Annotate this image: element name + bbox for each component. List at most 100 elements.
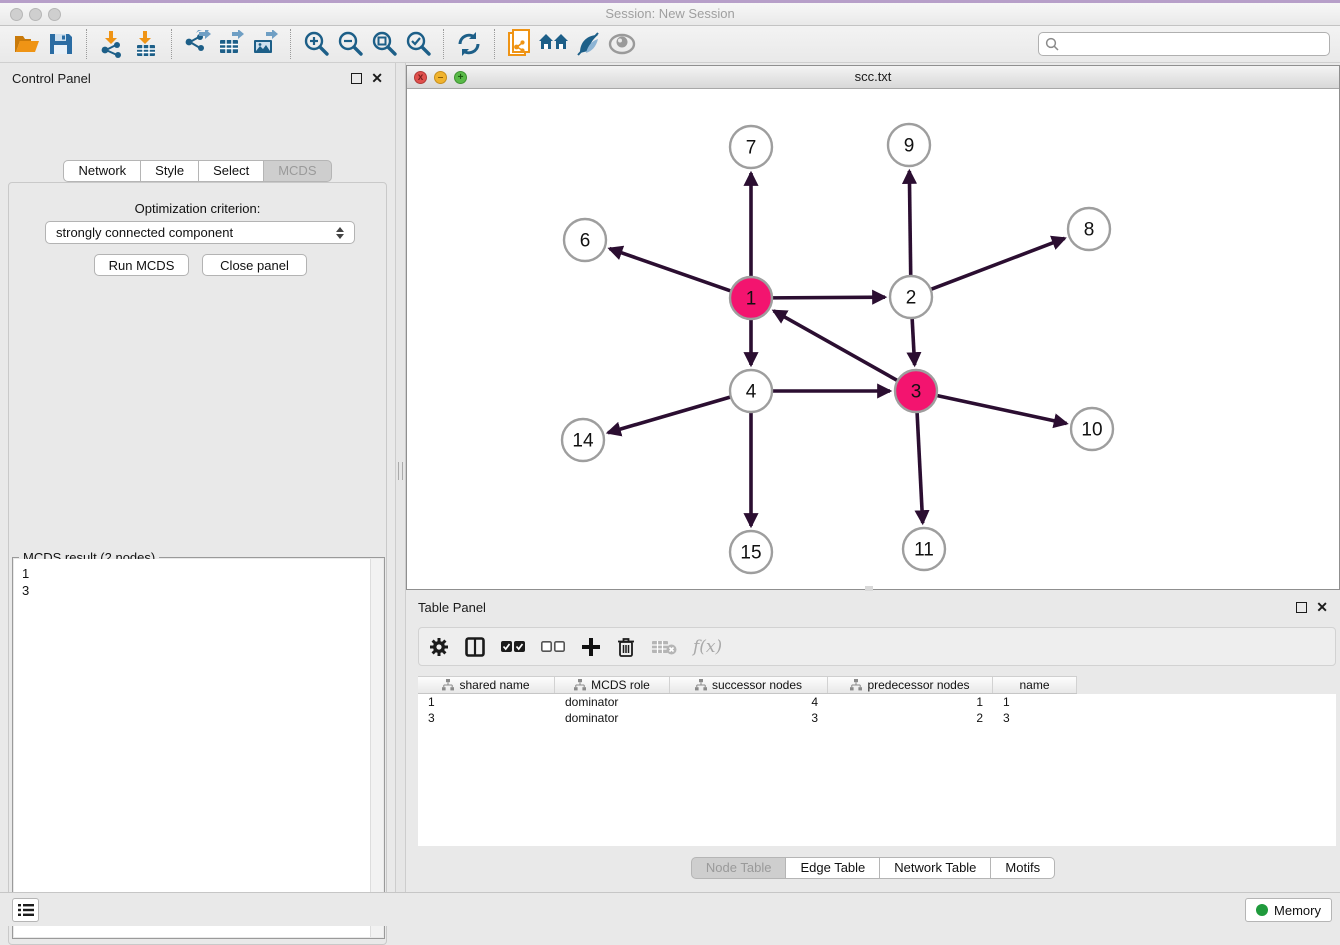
zoom-fit-icon[interactable] xyxy=(367,29,401,59)
panel-splitter[interactable] xyxy=(395,63,406,892)
table-tab-node-table[interactable]: Node Table xyxy=(691,857,787,879)
node-3[interactable]: 3 xyxy=(895,370,937,412)
clone-network-icon[interactable] xyxy=(503,29,537,59)
table-row[interactable]: 1dominator411 xyxy=(418,694,1336,710)
node-4[interactable]: 4 xyxy=(730,370,772,412)
tab-select[interactable]: Select xyxy=(199,160,264,182)
close-table-panel-icon[interactable]: ✕ xyxy=(1316,602,1328,613)
network-canvas[interactable]: 7 9 6 8 1 2 4 3 14 10 15 11 xyxy=(407,89,1339,589)
column-header-MCDS-role[interactable]: MCDS role xyxy=(555,677,670,693)
save-session-icon[interactable] xyxy=(44,29,78,59)
column-header-predecessor-nodes[interactable]: predecessor nodes xyxy=(828,677,993,693)
graphics-details-icon[interactable] xyxy=(605,29,639,59)
memory-button[interactable]: Memory xyxy=(1245,898,1332,922)
search-box[interactable] xyxy=(1038,32,1330,56)
svg-text:4: 4 xyxy=(746,382,757,403)
column-header-successor-nodes[interactable]: successor nodes xyxy=(670,677,828,693)
frame-close-icon[interactable]: x xyxy=(414,71,427,84)
zoom-in-icon[interactable] xyxy=(299,29,333,59)
result-scrollbar[interactable] xyxy=(370,559,383,937)
svg-text:3: 3 xyxy=(911,382,922,403)
node-10[interactable]: 10 xyxy=(1071,408,1113,450)
svg-text:1: 1 xyxy=(746,289,757,310)
edge-3-11[interactable] xyxy=(917,411,923,523)
svg-text:15: 15 xyxy=(740,543,761,564)
window-minimize-icon[interactable] xyxy=(29,8,42,21)
table-row[interactable]: 3dominator323 xyxy=(418,710,1336,726)
main-toolbar xyxy=(0,26,1340,63)
column-label: name xyxy=(1019,678,1049,692)
window-close-icon[interactable] xyxy=(10,8,23,21)
edge-1-6[interactable] xyxy=(610,249,733,292)
edge-2-3[interactable] xyxy=(912,317,915,365)
import-table-icon[interactable] xyxy=(129,29,163,59)
mcds-result-area[interactable]: 1 3 xyxy=(14,559,383,937)
frame-maximize-icon[interactable]: + xyxy=(454,71,467,84)
unselect-all-icon[interactable] xyxy=(541,634,565,660)
delete-icon[interactable] xyxy=(617,634,635,660)
table-tab-network-table[interactable]: Network Table xyxy=(880,857,991,879)
node-15[interactable]: 15 xyxy=(730,531,772,573)
table-body[interactable]: 1dominator4113dominator323 xyxy=(418,694,1336,846)
node-6[interactable]: 6 xyxy=(564,219,606,261)
node-8[interactable]: 8 xyxy=(1068,208,1110,250)
column-header-name[interactable]: name xyxy=(993,677,1077,693)
visual-style-icon[interactable] xyxy=(571,29,605,59)
optimization-criterion-select[interactable]: strongly connected component xyxy=(45,221,355,244)
gear-icon[interactable] xyxy=(429,634,449,660)
export-image-icon[interactable] xyxy=(248,29,282,59)
table-panel: Table Panel ✕ f(x) shared nameM xyxy=(406,592,1340,890)
tab-mcds[interactable]: MCDS xyxy=(264,160,331,182)
toolbar-separator xyxy=(86,29,87,59)
float-panel-icon[interactable] xyxy=(351,73,362,84)
function-builder-icon[interactable]: f(x) xyxy=(693,634,722,660)
import-network-icon[interactable] xyxy=(95,29,129,59)
float-table-panel-icon[interactable] xyxy=(1296,602,1307,613)
window-titlebar: Session: New Session xyxy=(0,3,1340,26)
node-11[interactable]: 11 xyxy=(903,528,945,570)
memory-status-icon xyxy=(1256,904,1268,916)
node-2[interactable]: 2 xyxy=(890,276,932,318)
edge-2-8[interactable] xyxy=(930,238,1065,290)
table-panel-title: Table Panel xyxy=(418,600,486,615)
select-all-icon[interactable] xyxy=(501,634,525,660)
export-table-icon[interactable] xyxy=(214,29,248,59)
network-frame-titlebar[interactable]: x – + scc.txt xyxy=(407,66,1339,89)
table-tab-edge-table[interactable]: Edge Table xyxy=(786,857,880,879)
edge-4-14[interactable] xyxy=(608,397,732,433)
table-cell: 1 xyxy=(828,694,993,710)
columns-icon[interactable] xyxy=(465,634,485,660)
close-panel-icon[interactable]: ✕ xyxy=(371,73,383,84)
node-1[interactable]: 1 xyxy=(730,277,772,319)
edge-3-1[interactable] xyxy=(774,311,899,381)
frame-minimize-icon[interactable]: – xyxy=(434,71,447,84)
svg-text:10: 10 xyxy=(1081,420,1102,441)
tab-style[interactable]: Style xyxy=(141,160,199,182)
column-type-icon xyxy=(442,679,454,691)
task-history-button[interactable] xyxy=(12,898,39,922)
table-tab-motifs[interactable]: Motifs xyxy=(991,857,1055,879)
window-zoom-icon[interactable] xyxy=(48,8,61,21)
close-panel-button[interactable]: Close panel xyxy=(202,254,307,276)
node-14[interactable]: 14 xyxy=(562,419,604,461)
add-column-icon[interactable] xyxy=(581,634,601,660)
run-mcds-button[interactable]: Run MCDS xyxy=(94,254,189,276)
edge-1-2[interactable] xyxy=(771,297,885,298)
node-9[interactable]: 9 xyxy=(888,124,930,166)
mcds-result-box: MCDS result (2 nodes) 1 3 xyxy=(12,557,385,939)
export-network-icon[interactable] xyxy=(180,29,214,59)
zoom-out-icon[interactable] xyxy=(333,29,367,59)
zoom-selected-icon[interactable] xyxy=(401,29,435,59)
canvas-grip xyxy=(865,586,873,591)
home-networks-icon[interactable] xyxy=(537,29,571,59)
search-input[interactable] xyxy=(1059,35,1323,53)
table-toolbar: f(x) xyxy=(418,627,1336,666)
open-session-icon[interactable] xyxy=(10,29,44,59)
edge-2-9[interactable] xyxy=(909,171,910,277)
node-7[interactable]: 7 xyxy=(730,126,772,168)
refresh-icon[interactable] xyxy=(452,29,486,59)
delete-table-icon[interactable] xyxy=(651,634,677,660)
column-header-shared-name[interactable]: shared name xyxy=(418,677,555,693)
edge-3-10[interactable] xyxy=(936,395,1067,423)
tab-network[interactable]: Network xyxy=(63,160,141,182)
